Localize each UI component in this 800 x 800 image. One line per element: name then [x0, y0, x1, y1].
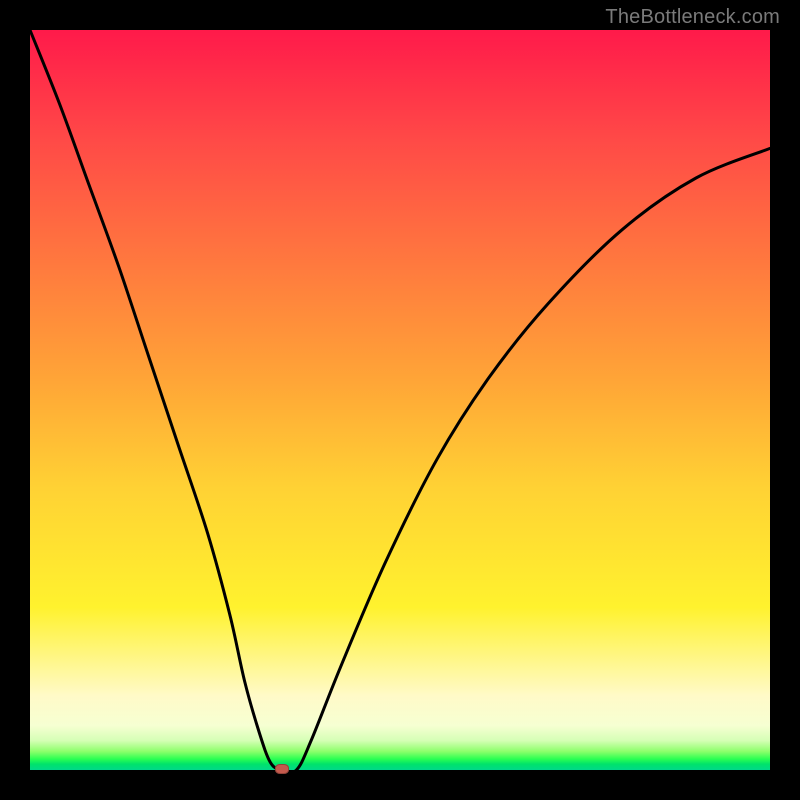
optimum-marker [275, 764, 289, 774]
bottleneck-curve [30, 30, 770, 772]
plot-area [30, 30, 770, 770]
watermark-text: TheBottleneck.com [605, 6, 780, 29]
chart-frame: TheBottleneck.com [0, 0, 800, 800]
curve-layer [30, 30, 770, 770]
